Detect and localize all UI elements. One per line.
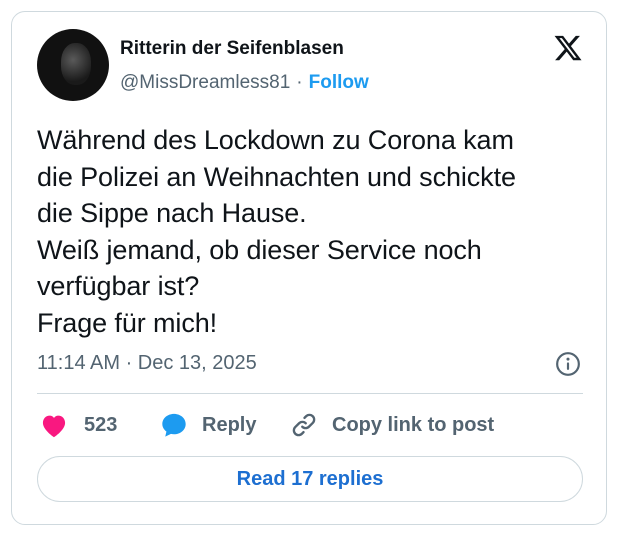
copy-link-label: Copy link to post: [332, 413, 495, 436]
avatar[interactable]: [37, 29, 109, 101]
follow-link[interactable]: Follow: [309, 72, 369, 93]
x-logo-icon[interactable]: [553, 33, 583, 63]
reply-button[interactable]: Reply: [160, 410, 256, 440]
heart-icon: [42, 415, 66, 438]
read-replies-label: Read 17 replies: [236, 467, 384, 490]
post-text: Während des Lockdown zu Corona kam die P…: [37, 125, 516, 338]
info-icon[interactable]: [555, 351, 581, 377]
author-display-name[interactable]: Ritterin der Seifenblasen: [120, 38, 344, 60]
read-replies-button[interactable]: Read 17 replies: [37, 456, 583, 502]
author-handle[interactable]: @MissDreamless81: [120, 72, 290, 93]
like-button[interactable]: 523: [40, 410, 117, 440]
link-icon: [292, 413, 316, 437]
post-timestamp[interactable]: 11:14 AM · Dec 13, 2025: [37, 352, 257, 375]
reply-label: Reply: [202, 413, 257, 436]
divider: [37, 393, 583, 394]
copy-link-button[interactable]: Copy link to post: [290, 410, 494, 440]
separator-dot: ·: [296, 72, 303, 93]
author-handle-row: @MissDreamless81 · Follow: [120, 72, 369, 94]
embedded-post-card: Ritterin der Seifenblasen @MissDreamless…: [11, 11, 607, 525]
speech-bubble-icon: [162, 413, 186, 437]
like-count: 523: [84, 413, 118, 436]
